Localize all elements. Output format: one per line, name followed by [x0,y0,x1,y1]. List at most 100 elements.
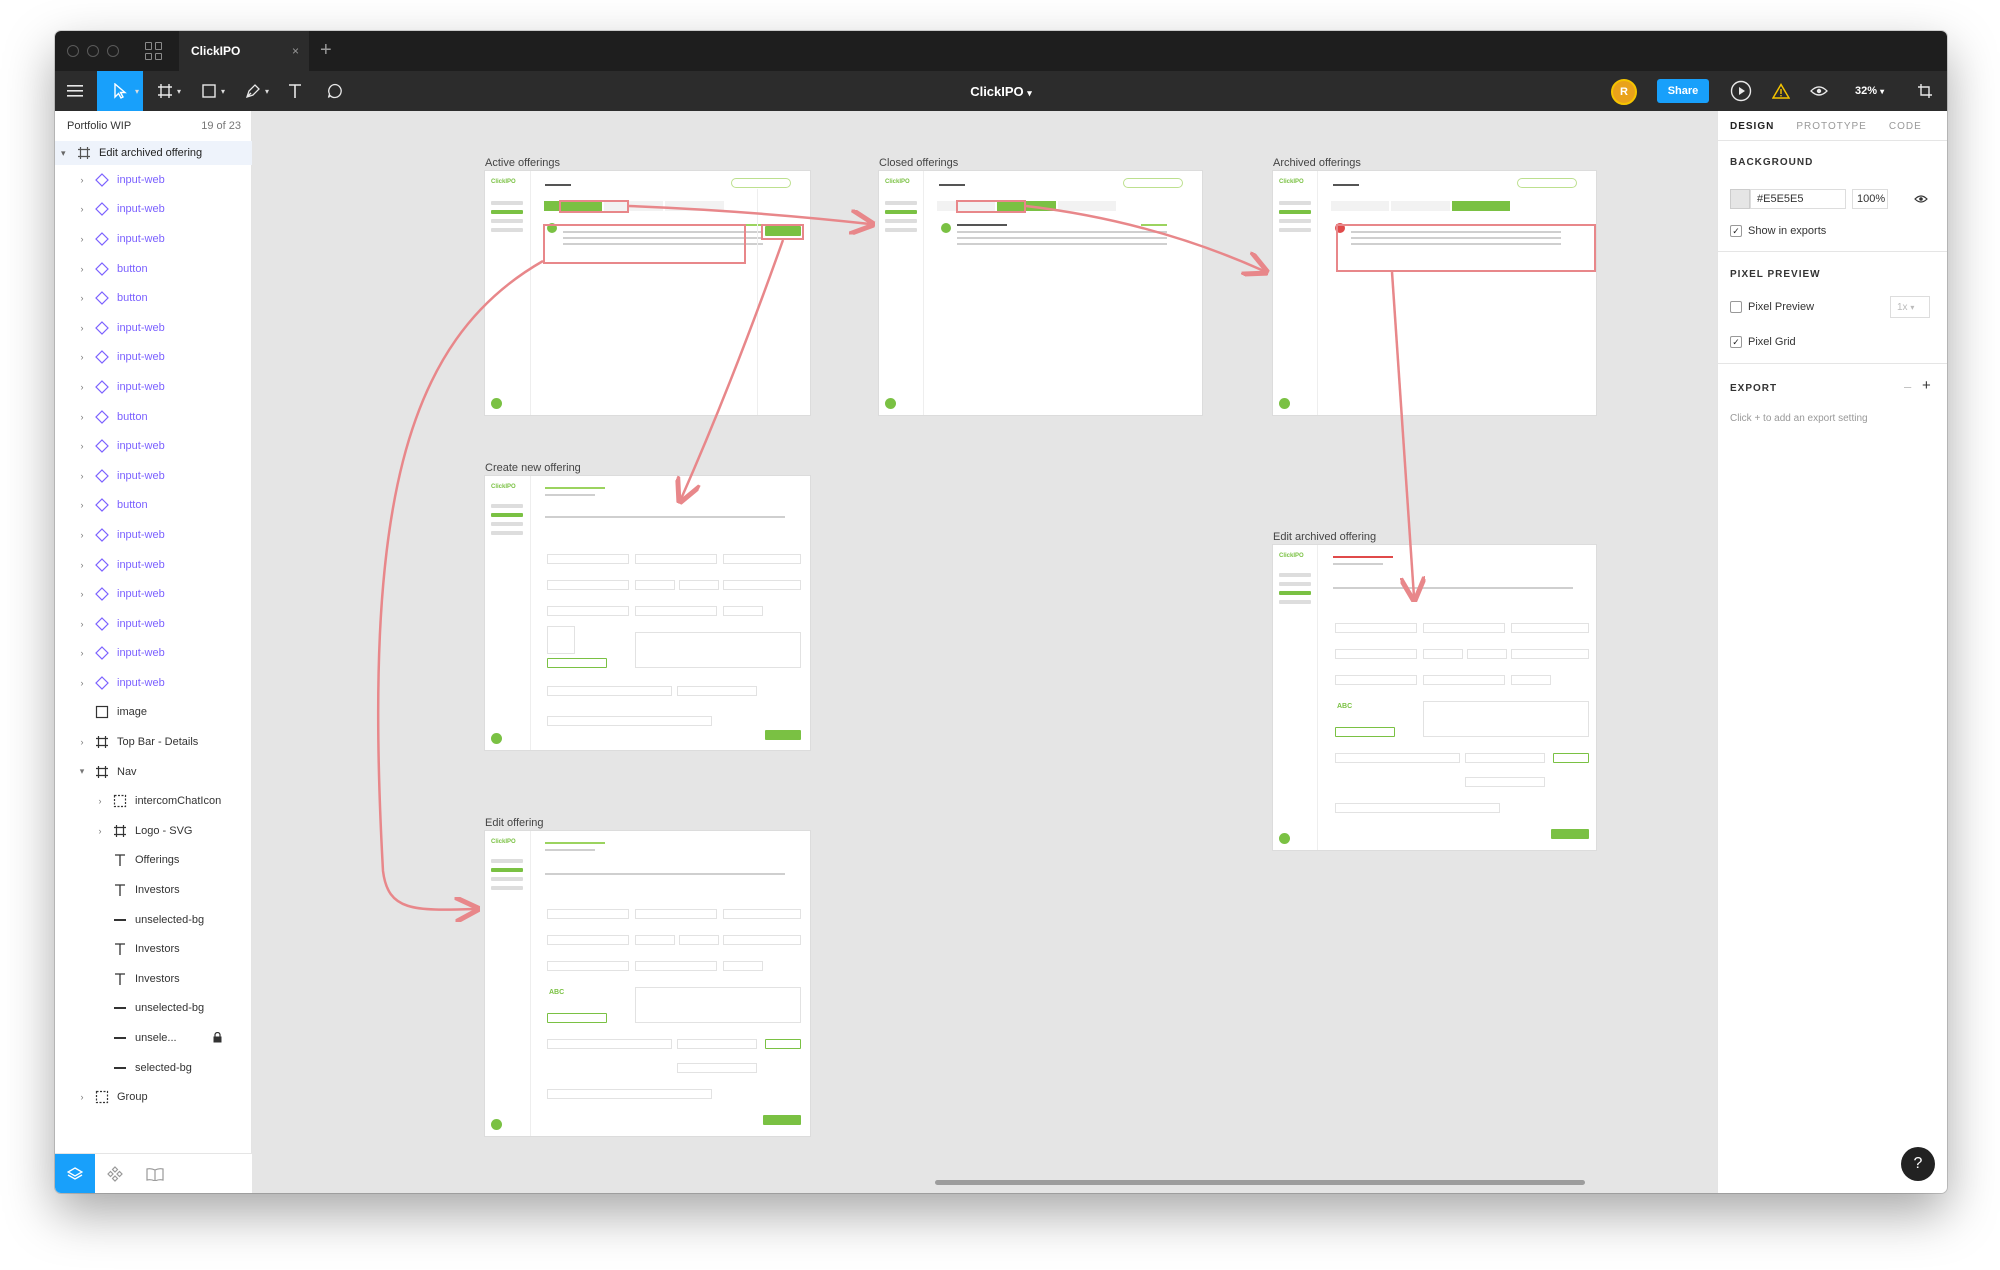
chevron-right-icon[interactable]: › [77,234,87,244]
tab-code[interactable]: CODE [1877,111,1932,140]
layer-item[interactable]: › Logo - SVG [55,816,252,846]
layer-item[interactable]: selected-bg [55,1053,252,1083]
layer-item[interactable]: unselected-bg [55,905,252,935]
components-tab[interactable] [95,1154,135,1193]
frame-label-edit[interactable]: Edit offering [485,817,544,829]
eye-icon[interactable] [1914,194,1928,204]
text-tool-button[interactable] [275,71,315,111]
chevron-right-icon[interactable]: › [77,589,87,599]
close-window-icon[interactable] [67,45,79,57]
chevron-right-icon[interactable]: › [77,1092,87,1102]
layer-item[interactable]: unselected-bg [55,994,252,1024]
chevron-right-icon[interactable]: › [77,678,87,688]
layer-item[interactable]: › input-web [55,639,252,669]
layer-item[interactable]: › input-web [55,520,252,550]
chevron-right-icon[interactable]: › [77,412,87,422]
canvas[interactable]: Active offerings ClickIPO Closed offerin… [253,111,1717,1193]
shape-tool-button[interactable]: ▾ [189,71,229,111]
page-selector[interactable]: Portfolio WIP 19 of 23 [55,111,251,141]
chevron-right-icon[interactable]: › [77,648,87,658]
chevron-right-icon[interactable]: › [77,441,87,451]
background-color-swatch[interactable] [1730,189,1750,209]
main-menu-button[interactable] [55,71,95,111]
layer-item[interactable]: › input-web [55,165,252,195]
frame-label-edit-archived[interactable]: Edit archived offering [1273,531,1376,543]
chevron-down-icon[interactable]: ▾ [61,148,66,159]
layer-item[interactable]: Investors [55,964,252,994]
pen-tool-button[interactable]: ▾ [233,71,273,111]
minimize-window-icon[interactable] [87,45,99,57]
layer-item[interactable]: ›grid [55,1112,252,1120]
chevron-right-icon[interactable]: › [95,796,105,806]
crop-frame-button[interactable] [1905,71,1945,111]
lock-icon[interactable] [213,1031,222,1045]
frame-edit-offering[interactable]: ClickIPO ABC [485,831,810,1136]
tab-design[interactable]: DESIGN [1718,111,1784,140]
document-title-button[interactable]: ClickIPO ▾ [970,84,1032,99]
tab-prototype[interactable]: PROTOTYPE [1784,111,1877,140]
frame-closed-offerings[interactable]: ClickIPO [879,171,1202,415]
present-button[interactable] [1721,71,1761,111]
frame-archived-offerings[interactable]: ClickIPO [1273,171,1596,415]
layer-item[interactable]: › input-web [55,579,252,609]
pixel-grid-checkbox[interactable]: ✓ [1730,336,1742,348]
layer-item[interactable]: › intercomChatIcon [55,786,252,816]
team-library-tab[interactable] [135,1154,175,1193]
layer-item[interactable]: › input-web [55,668,252,698]
layer-item[interactable]: › input-web [55,550,252,580]
frame-create-new-offering[interactable]: ClickIPO [485,476,810,750]
warning-button[interactable] [1761,71,1801,111]
layer-item[interactable]: › input-web [55,431,252,461]
frame-label-active[interactable]: Active offerings [485,157,560,169]
chevron-right-icon[interactable]: › [77,530,87,540]
layer-item[interactable]: › input-web [55,609,252,639]
horizontal-scrollbar[interactable] [935,1180,1585,1185]
chevron-right-icon[interactable]: › [77,560,87,570]
chevron-right-icon[interactable]: › [77,619,87,629]
zoom-window-icon[interactable] [107,45,119,57]
layer-item[interactable]: ▾ Nav [55,757,252,787]
chevron-right-icon[interactable]: › [77,352,87,362]
hotspot-archived-card[interactable] [1336,224,1596,272]
chevron-right-icon[interactable]: › [95,826,105,836]
chevron-right-icon[interactable]: › [77,471,87,481]
new-tab-icon[interactable]: + [320,39,332,62]
layer-item[interactable]: › Top Bar - Details [55,727,252,757]
chevron-right-icon[interactable]: › [77,175,87,185]
move-tool-button[interactable]: ▾ [97,71,143,111]
zoom-dropdown[interactable]: 32% ▾ [1855,71,1884,111]
layer-item[interactable]: › input-web [55,461,252,491]
remove-export-icon[interactable]: – [1904,379,1911,394]
chevron-right-icon[interactable]: › [77,204,87,214]
frame-active-offerings[interactable]: ClickIPO [485,171,810,415]
layer-item[interactable]: › button [55,491,252,521]
view-settings-button[interactable] [1799,71,1839,111]
chevron-down-icon[interactable]: ▾ [77,766,87,777]
layer-item[interactable]: › button [55,254,252,284]
file-browser-grid-icon[interactable] [145,42,163,60]
chevron-right-icon[interactable]: › [77,737,87,747]
chevron-right-icon[interactable]: › [77,382,87,392]
pixel-preview-checkbox[interactable] [1730,301,1742,313]
file-tab[interactable]: ClickIPO × [179,31,309,71]
layer-item[interactable]: › input-web [55,195,252,225]
share-button[interactable]: Share [1657,79,1709,103]
chevron-right-icon[interactable]: › [77,293,87,303]
layer-item[interactable]: Offerings [55,846,252,876]
hotspot-active-card[interactable] [543,224,746,264]
layer-item[interactable]: image [55,698,252,728]
layer-item[interactable]: › Group [55,1082,252,1112]
add-export-icon[interactable]: + [1922,377,1931,394]
layer-list[interactable]: › input-web › input-web › input-web › button › bu… [55,165,252,1120]
avatar[interactable]: R [1611,79,1637,105]
help-button[interactable]: ? [1901,1147,1935,1181]
layer-item[interactable]: › input-web [55,313,252,343]
background-opacity-input[interactable]: 100% [1852,189,1888,209]
layers-tab[interactable] [55,1154,95,1193]
close-tab-icon[interactable]: × [292,44,299,58]
comment-tool-button[interactable] [315,71,355,111]
layer-item[interactable]: Investors [55,875,252,905]
hotspot-new-offering-button[interactable] [761,224,804,240]
layer-item[interactable]: › input-web [55,224,252,254]
background-hex-input[interactable]: #E5E5E5 [1750,189,1846,209]
